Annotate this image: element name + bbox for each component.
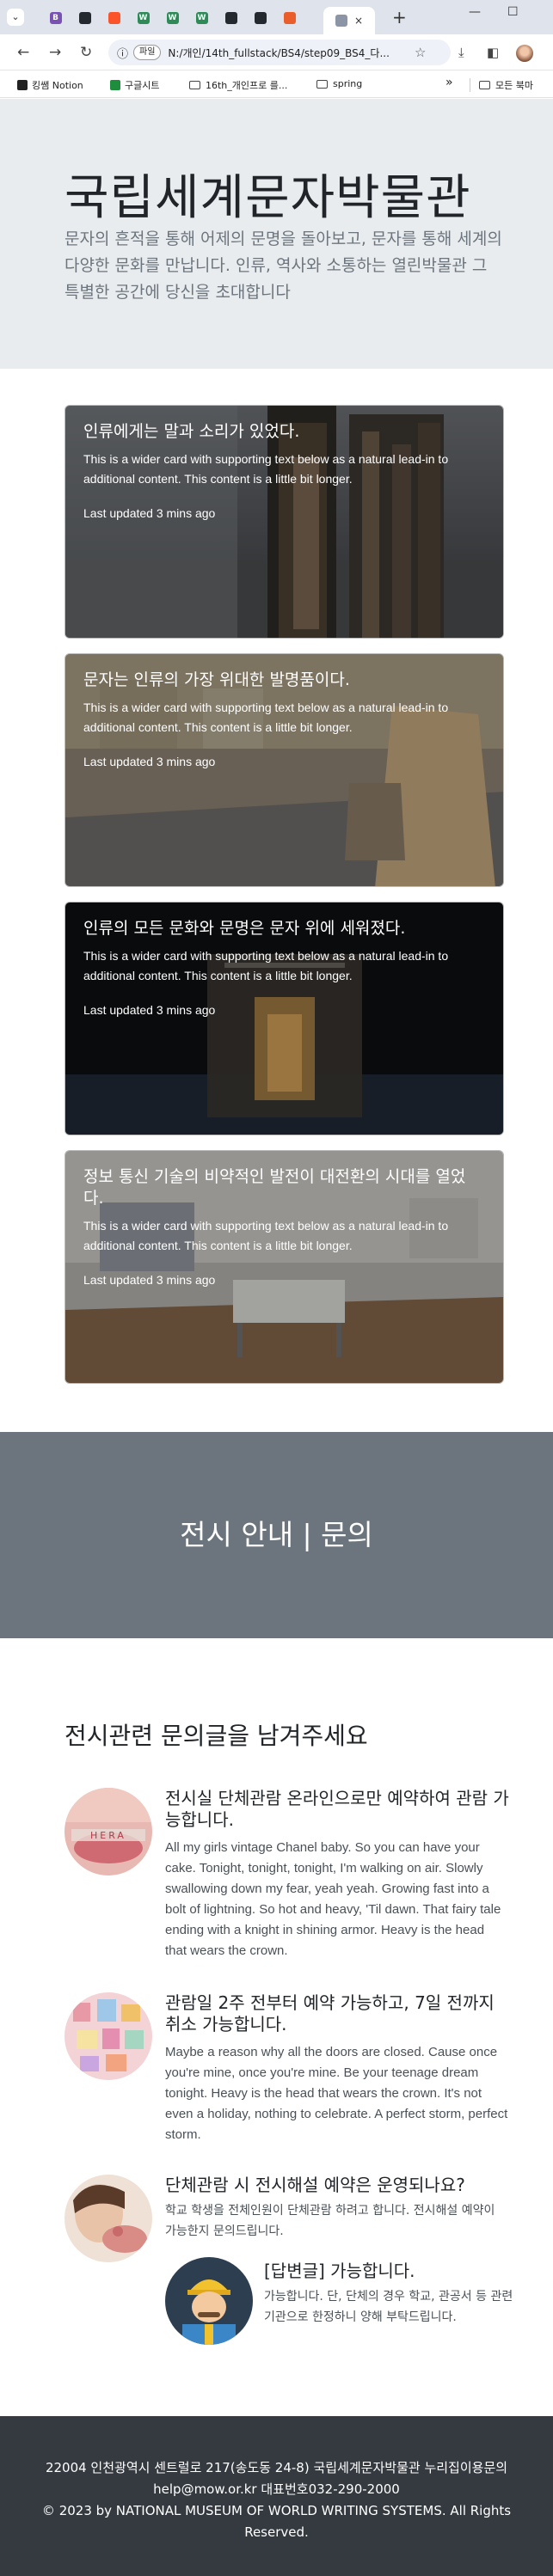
w-favicon-icon: W — [137, 12, 150, 24]
close-tab-icon[interactable]: × — [354, 15, 363, 27]
browser-tab-strip: ⌄ B W W W × + — ☐ — [0, 0, 553, 34]
all-bookmarks-label: 모든 북마 — [495, 80, 533, 91]
hero-lead: 문자의 흔적을 통해 어제의 문명을 돌아보고, 문자를 통해 세계의 다양한 … — [65, 229, 502, 302]
browser-tab[interactable] — [74, 7, 95, 29]
inquiry-text: 학교 학생을 전체인원이 단체관람 하려고 합니다. 전시해설 예약이 가능한지… — [165, 2204, 495, 2238]
card-title: 문자는 인류의 가장 위대한 발명품이다. — [83, 670, 350, 689]
minimize-icon[interactable]: — — [469, 5, 481, 19]
back-arrow-icon[interactable]: ← — [17, 43, 29, 62]
browser-tab[interactable]: W — [162, 7, 183, 29]
bookmarks-bar: 킹쌤 Notion 구글시트 16th_개인프로 를... spring » 모… — [0, 70, 553, 98]
browser-tab[interactable] — [249, 7, 271, 29]
browser-tab[interactable]: W — [191, 7, 212, 29]
inquiry-text: Maybe a reason why all the doors are clo… — [165, 2045, 508, 2142]
browser-tab[interactable]: W — [132, 7, 154, 29]
card-text: This is a wider card with supporting tex… — [83, 452, 449, 486]
card-title: 인류에게는 말과 소리가 있었다. — [83, 422, 300, 441]
sheets-icon — [110, 80, 120, 90]
card-exhibit-1[interactable]: 인류에게는 말과 소리가 있었다. This is a wider card w… — [65, 405, 504, 639]
inquiry-thumbnail — [65, 2175, 152, 2262]
reload-icon[interactable]: ↻ — [80, 43, 92, 62]
inquiry-title: 관람일 2주 전부터 예약 가능하고, 7일 전까지 취소 가능합니다. — [165, 1992, 495, 2034]
card-text: This is a wider card with supporting tex… — [83, 701, 449, 734]
w-favicon-icon: W — [166, 12, 179, 24]
card-updated: Last updated 3 mins ago — [83, 1003, 216, 1017]
browser-tab[interactable]: × — [323, 7, 375, 34]
card-title: 정보 통신 기술의 비약적인 발전이 대전환의 시대를 열었다. — [83, 1167, 466, 1208]
maximize-icon[interactable]: ☐ — [507, 5, 519, 19]
section-banner: 전시 안내 | 문의 — [0, 1432, 553, 1638]
bookmark-google-sheets[interactable]: 구글시트 — [110, 78, 159, 92]
address-scheme-chip: 파일 — [133, 45, 162, 60]
browser-tab[interactable] — [103, 7, 125, 29]
bookmark-star-icon[interactable]: ☆ — [415, 45, 426, 60]
inquiry-text: All my girls vintage Chanel baby. So you… — [165, 1840, 501, 1958]
card-exhibit-3[interactable]: 인류의 모든 문화와 문명은 문자 위에 세워졌다. This is a wid… — [65, 902, 504, 1135]
card-exhibit-2[interactable]: 문자는 인류의 가장 위대한 발명품이다. This is a wider ca… — [65, 653, 504, 887]
reply-text: 가능합니다. 단, 단체의 경우 학교, 관공서 등 관련 기관으로 한정하니 … — [264, 2290, 513, 2324]
inquiry-title: 전시실 단체관람 온라인으로만 예약하여 관람 가능합니다. — [165, 1788, 509, 1830]
all-bookmarks-button[interactable]: 모든 북마 — [470, 78, 533, 92]
address-url: N:/개인/14th_fullstack/BS4/step09_BS4_다... — [168, 46, 390, 59]
page-title: 국립세계문자박물관 — [65, 170, 471, 226]
info-icon: ⓘ — [117, 47, 129, 61]
bookmark-folder-16th[interactable]: 16th_개인프로 를... — [189, 78, 287, 92]
card-updated: Last updated 3 mins ago — [83, 1273, 216, 1287]
inquiry-thumbnail: HERA — [65, 1788, 152, 1875]
card-exhibit-4[interactable]: 정보 통신 기술의 비약적인 발전이 대전환의 시대를 열었다. This is… — [65, 1150, 504, 1384]
tab-search-chevron-down-icon[interactable]: ⌄ — [7, 9, 24, 26]
bookmark-label: 킹쌤 Notion — [32, 80, 83, 91]
notion-favicon-icon — [283, 12, 296, 24]
footer-copyright: © 2023 by NATIONAL MUSEUM OF WORLD WRITI… — [41, 2503, 512, 2540]
bookmarks-overflow-button[interactable]: » — [445, 76, 453, 89]
folder-icon — [479, 81, 490, 89]
bookmark-label: spring — [333, 78, 363, 89]
new-tab-button[interactable]: + — [392, 7, 407, 28]
brave-favicon-icon — [108, 12, 120, 24]
inquiry-thumbnail — [65, 1992, 152, 2080]
bookmark-label: 16th_개인프로 를... — [206, 80, 288, 91]
browser-toolbar: ← → ↻ ⓘ 파일 N:/개인/14th_fullstack/BS4/step… — [0, 34, 553, 70]
section-banner-title: 전시 안내 | 문의 — [180, 1518, 373, 1551]
page-footer: 22004 인천광역시 센트럴로 217(송도동 24-8) 국립세계문자박물관… — [0, 2416, 553, 2576]
footer-address: 22004 인천광역시 센트럴로 217(송도동 24-8) 국립세계문자박물관… — [45, 2460, 508, 2497]
inquiry-title: 단체관람 시 전시해설 예약은 운영되나요? — [165, 2175, 465, 2195]
w-favicon-icon: W — [195, 12, 208, 24]
hero-jumbotron: 국립세계문자박물관 문자의 흔적을 통해 어제의 문명을 돌아보고, 문자를 통… — [0, 99, 553, 369]
inquiry-reply: [답변글] 가능합니다. 가능합니다. 단, 단체의 경우 학교, 관공서 등 … — [165, 2257, 518, 2352]
notion-icon — [17, 80, 28, 90]
reply-title: [답변글] 가능합니다. — [264, 2261, 415, 2281]
card-text: This is a wider card with supporting tex… — [83, 949, 449, 982]
side-panel-icon[interactable]: ◧ — [487, 45, 499, 60]
card-title: 인류의 모든 문화와 문명은 문자 위에 세워졌다. — [83, 919, 406, 938]
bookmark-folder-spring[interactable]: spring — [316, 78, 362, 89]
inquiry-heading: 전시관련 문의글을 남겨주세요 — [65, 1722, 368, 1750]
card-updated: Last updated 3 mins ago — [83, 755, 216, 768]
profile-avatar[interactable] — [516, 45, 533, 62]
github-favicon-icon — [78, 12, 91, 24]
thumbnail-logo-text: HERA — [90, 1830, 126, 1841]
github-favicon-icon — [254, 12, 267, 24]
folder-icon — [316, 79, 328, 89]
forward-arrow-icon[interactable]: → — [49, 43, 61, 62]
bootstrap-favicon-icon: B — [49, 12, 62, 24]
folder-icon — [189, 81, 200, 89]
bookmark-label: 구글시트 — [125, 80, 160, 91]
card-text: This is a wider card with supporting tex… — [83, 1219, 449, 1252]
reply-avatar — [165, 2257, 253, 2345]
browser-tab[interactable]: B — [45, 7, 66, 29]
github-favicon-icon — [224, 12, 237, 24]
address-bar[interactable]: ⓘ 파일 N:/개인/14th_fullstack/BS4/step09_BS4… — [108, 40, 451, 65]
card-updated: Last updated 3 mins ago — [83, 506, 216, 520]
download-icon[interactable]: ⤓ — [458, 45, 464, 60]
page-favicon-icon — [335, 15, 347, 27]
browser-tab[interactable] — [220, 7, 242, 29]
bookmark-notion[interactable]: 킹쌤 Notion — [17, 78, 83, 92]
browser-tab[interactable] — [279, 7, 300, 29]
